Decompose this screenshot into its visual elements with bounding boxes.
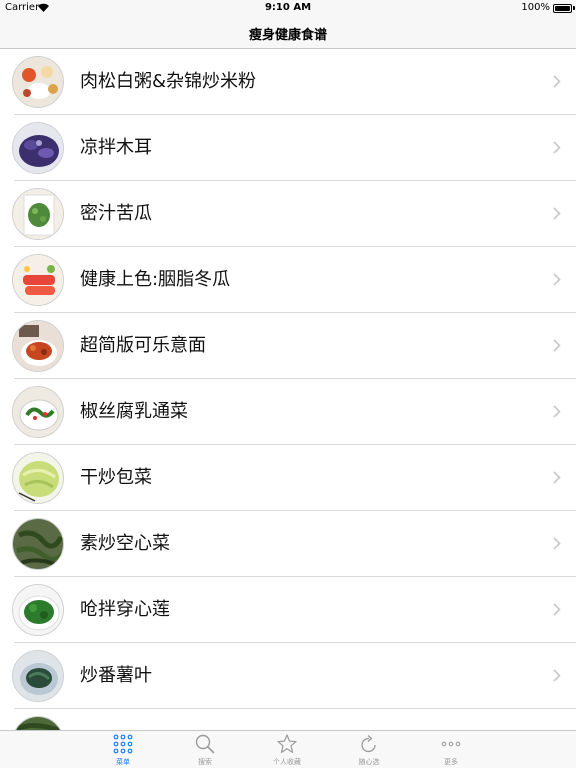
recipe-title: 健康上色:胭脂冬瓜 (80, 269, 231, 290)
chevron-right-icon (553, 207, 561, 220)
recipe-row[interactable]: 呛拌穿心莲 (0, 577, 576, 643)
food-photo-icon (12, 650, 64, 702)
food-photo-icon (12, 716, 64, 730)
tab-search[interactable]: 搜索 (164, 731, 246, 768)
tab-menu[interactable]: 菜单 (82, 731, 164, 768)
grid-icon (113, 734, 133, 754)
recipe-row[interactable]: 健康上色:胭脂冬瓜 (0, 247, 576, 313)
recipe-title: 素炒空心菜 (80, 533, 170, 554)
tab-label: 搜索 (198, 758, 212, 766)
refresh-icon (361, 735, 376, 753)
recipe-title: 呛拌穿心莲 (80, 599, 170, 620)
chevron-right-icon (553, 537, 561, 550)
food-photo-icon (12, 584, 64, 636)
chevron-right-icon (553, 141, 561, 154)
tab-label: 个人收藏 (273, 758, 301, 766)
chevron-right-icon (553, 471, 561, 484)
search-icon (195, 734, 215, 754)
chevron-right-icon (553, 273, 561, 286)
food-photo-icon (12, 254, 64, 306)
chevron-right-icon (553, 669, 561, 682)
more-icon (441, 741, 461, 747)
chevron-right-icon (553, 75, 561, 88)
recipe-row[interactable]: 干炒包菜 (0, 445, 576, 511)
recipe-title: 椒丝腐乳通菜 (80, 401, 188, 422)
recipe-row[interactable] (0, 709, 576, 730)
recipe-title: 炒番薯叶 (80, 665, 152, 686)
recipe-row[interactable]: 炒番薯叶 (0, 643, 576, 709)
chevron-right-icon (553, 603, 561, 616)
food-photo-icon (12, 320, 64, 372)
tab-favorites[interactable]: 个人收藏 (246, 731, 328, 768)
tab-random[interactable]: 随心选 (328, 731, 410, 768)
recipe-row[interactable]: 素炒空心菜 (0, 511, 576, 577)
recipe-row[interactable]: 凉拌木耳 (0, 115, 576, 181)
chevron-right-icon (553, 405, 561, 418)
status-bar: Carrier 9:10 AM 100% (0, 0, 576, 16)
tab-label: 更多 (444, 758, 458, 766)
food-photo-icon (12, 386, 64, 438)
recipe-title: 超简版可乐意面 (80, 335, 206, 356)
food-photo-icon (12, 188, 64, 240)
battery-percent: 100% (521, 2, 550, 13)
recipe-title: 凉拌木耳 (80, 137, 152, 158)
battery-icon (553, 4, 572, 13)
tab-bar: 菜单 搜索 个人收藏 随心选 更多 (0, 730, 576, 768)
chevron-right-icon (553, 339, 561, 352)
recipe-title: 干炒包菜 (80, 467, 152, 488)
tab-label: 菜单 (116, 758, 130, 766)
recipe-list[interactable]: 肉松白粥&杂锦炒米粉 凉拌木耳 密汁苦瓜 健康上色:胭脂冬瓜 超简版可乐意面 椒 (0, 49, 576, 730)
page-title: 瘦身健康食谱 (248, 28, 327, 43)
recipe-title: 密汁苦瓜 (80, 203, 152, 224)
food-photo-icon (12, 518, 64, 570)
recipe-row[interactable]: 超简版可乐意面 (0, 313, 576, 379)
navigation-bar: 瘦身健康食谱 (0, 16, 576, 49)
star-icon (277, 734, 297, 753)
food-photo-icon (12, 122, 64, 174)
recipe-row[interactable]: 肉松白粥&杂锦炒米粉 (0, 49, 576, 115)
recipe-row[interactable]: 椒丝腐乳通菜 (0, 379, 576, 445)
recipe-title: 肉松白粥&杂锦炒米粉 (80, 71, 257, 92)
food-photo-icon (12, 452, 64, 504)
tab-more[interactable]: 更多 (410, 731, 492, 768)
tab-label: 随心选 (358, 758, 380, 766)
status-time: 9:10 AM (264, 2, 312, 13)
food-photo-icon (12, 56, 64, 108)
recipe-row[interactable]: 密汁苦瓜 (0, 181, 576, 247)
